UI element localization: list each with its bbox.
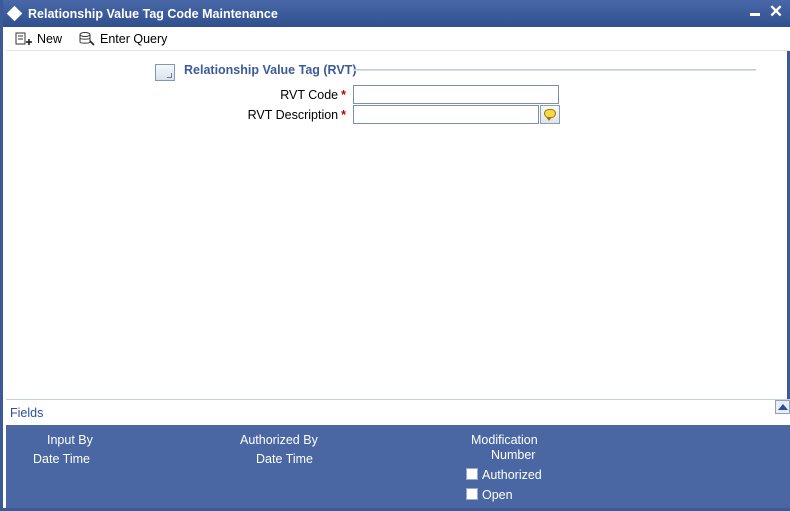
minimize-icon [750, 13, 760, 16]
rvt-code-label: RVT Code [280, 88, 339, 102]
close-button[interactable]: ✕ [767, 3, 785, 21]
open-checkbox-label: Open [482, 488, 513, 502]
authorized-by-label: Authorized By [240, 433, 318, 447]
window-title: Relationship Value Tag Code Maintenance [28, 7, 278, 21]
app-window: Relationship Value Tag Code Maintenance … [0, 0, 790, 511]
audit-panel: Input By Date Time Authorized By Date Ti… [6, 425, 790, 508]
section-title: Relationship Value Tag (RVT) [184, 63, 357, 77]
required-marker: * [341, 88, 346, 102]
rvt-description-input[interactable] [353, 105, 539, 124]
enter-query-button-label: Enter Query [100, 32, 168, 46]
date-time-label: Date Time [256, 452, 313, 466]
new-document-icon [15, 32, 32, 45]
rvt-description-label-row: RVT Description * [146, 108, 346, 122]
section-collapse-icon[interactable] [155, 64, 175, 81]
enter-query-button[interactable]: Enter Query [78, 29, 167, 49]
diamond-icon [6, 5, 23, 22]
speech-bubble-tail [546, 117, 552, 121]
rvt-description-label: RVT Description [247, 108, 339, 122]
toolbar: New Enter Query [6, 27, 790, 51]
collapse-up-icon[interactable] [775, 400, 790, 414]
authorized-checkbox-label: Authorized [482, 468, 542, 482]
section-divider [353, 69, 756, 71]
input-by-label: Input By [47, 433, 93, 447]
modification-label: Modification [471, 433, 538, 447]
fields-bar: Fields [6, 399, 790, 425]
rvt-code-input[interactable] [353, 85, 559, 104]
required-marker: * [341, 108, 346, 122]
title-bar: Relationship Value Tag Code Maintenance … [3, 0, 790, 27]
query-icon [79, 32, 95, 46]
fields-link[interactable]: Fields [10, 406, 43, 420]
close-icon: ✕ [768, 2, 784, 21]
lov-button[interactable] [540, 105, 560, 124]
rvt-code-label-row: RVT Code * [146, 88, 346, 102]
authorized-checkbox[interactable] [466, 468, 478, 480]
open-checkbox[interactable] [466, 488, 478, 500]
minimize-button[interactable] [747, 3, 765, 21]
new-button-label: New [37, 32, 63, 46]
new-button[interactable]: New [15, 29, 62, 49]
date-time-label: Date Time [33, 452, 90, 466]
number-label: Number [491, 448, 536, 462]
